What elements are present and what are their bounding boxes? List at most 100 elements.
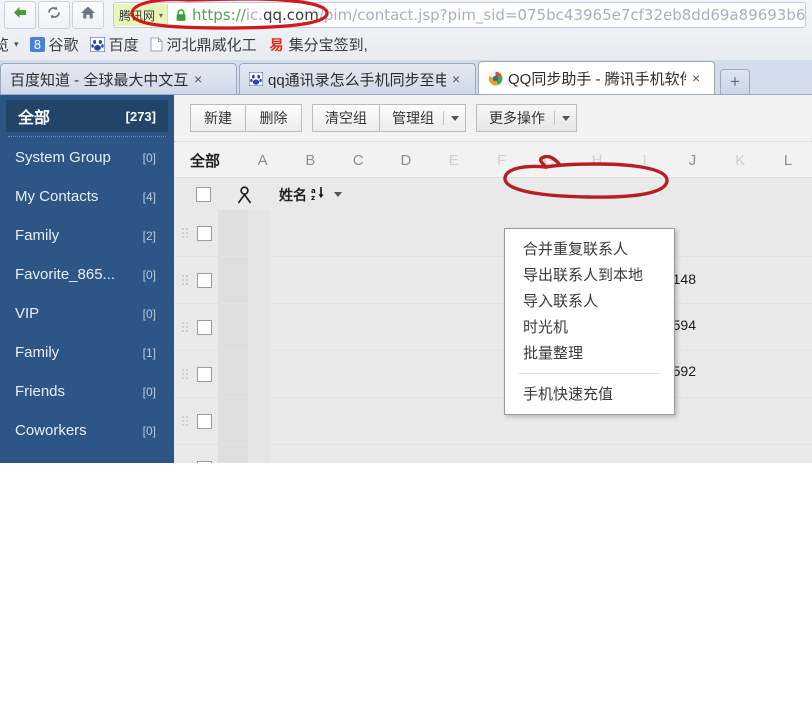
reload-button[interactable] (38, 1, 70, 29)
menu-item-merge-duplicates[interactable]: 合并重复联系人 (505, 235, 674, 261)
alpha-letter-d[interactable]: D (382, 152, 430, 169)
alpha-all[interactable]: 全部 (190, 150, 239, 171)
home-icon (80, 5, 96, 25)
row-spacer-cell (248, 257, 270, 303)
new-tab-button[interactable]: + (720, 69, 750, 94)
alpha-letter-b[interactable]: B (287, 152, 335, 169)
bookmark-google[interactable]: 8 谷歌 (29, 34, 79, 55)
sidebar-item-family-2[interactable]: Family [1] (0, 333, 174, 372)
table-row[interactable] (174, 351, 812, 398)
drag-handle[interactable] (181, 320, 190, 334)
row-avatar-cell (218, 210, 248, 256)
new-button[interactable]: 新建 (190, 104, 246, 132)
sidebar-item-label: My Contacts (15, 188, 99, 205)
google-icon: 8 (29, 37, 45, 52)
sidebar-item-label: Family (15, 344, 60, 361)
sidebar-item-count: [4] (142, 189, 156, 204)
delete-button[interactable]: 删除 (246, 104, 302, 132)
alpha-letter-c[interactable]: C (334, 152, 382, 169)
row-number (634, 440, 704, 463)
alpha-letter-k[interactable]: K (716, 152, 764, 169)
bookmark-label: 河北鼎威化工 (166, 37, 257, 54)
sidebar-item-vip[interactable]: VIP [0] (0, 294, 174, 333)
sidebar-item-label: Family (15, 227, 60, 244)
bookmark-overflow[interactable]: 览 ▾ (0, 34, 19, 55)
chevron-down-icon[interactable] (562, 115, 570, 121)
bookmark-baidu[interactable]: 百度 (89, 34, 139, 55)
page-icon (150, 37, 163, 52)
table-row[interactable] (174, 257, 812, 304)
menu-item-import-contacts[interactable]: 导入联系人 (505, 287, 674, 313)
table-row[interactable] (174, 210, 812, 257)
tab-qq-contacts[interactable]: qq通讯录怎么手机同步至电 × (239, 63, 476, 94)
drag-handle[interactable] (181, 226, 190, 240)
row-checkbox[interactable] (197, 366, 212, 382)
sidebar-item-my-contacts[interactable]: My Contacts [4] (0, 177, 174, 216)
contacts-toolbar: 新建 删除 清空组 管理组 更多操作 (174, 95, 812, 141)
row-spacer-cell (248, 445, 270, 463)
alpha-letter-i[interactable]: I (621, 152, 669, 169)
home-button[interactable] (72, 1, 104, 29)
row-checkbox[interactable] (197, 225, 212, 241)
sidebar-item-label: VIP (15, 305, 40, 322)
alpha-letter-l[interactable]: L (764, 152, 812, 169)
drag-handle[interactable] (181, 273, 190, 287)
drag-handle[interactable] (181, 461, 190, 463)
site-identity-chip[interactable]: 腾讯网 ▾ (114, 4, 169, 26)
clear-group-button[interactable]: 清空组 (312, 104, 380, 132)
alpha-letter-a[interactable]: A (239, 152, 287, 169)
sidebar-item-count: [0] (142, 384, 156, 399)
bookmark-hebei[interactable]: 河北鼎威化工 (150, 34, 257, 55)
alpha-letter-g[interactable]: G (525, 152, 573, 169)
sort-az-icon[interactable]: a z (310, 186, 325, 204)
close-icon[interactable]: × (692, 70, 700, 86)
menu-item-batch-organize[interactable]: 批量整理 (505, 339, 674, 365)
address-bar[interactable]: 腾讯网 ▾ https://ic.qq.com/pim/contact.jsp?… (113, 2, 806, 28)
manage-group-label: 管理组 (392, 110, 434, 126)
sidebar-item-friends[interactable]: Friends [0] (0, 372, 174, 411)
tab-baidu-zhidao[interactable]: 百度知道 - 全球最大中文互 × (0, 63, 237, 94)
menu-item-time-machine[interactable]: 时光机 (505, 313, 674, 339)
contacts-main-panel: 新建 删除 清空组 管理组 更多操作 全部 A B C D E F G H I … (174, 95, 812, 463)
column-name[interactable]: 姓名 a z (279, 185, 342, 205)
table-row[interactable] (174, 398, 812, 445)
back-button[interactable] (4, 1, 36, 29)
sidebar-item-favorite[interactable]: Favorite_865... [0] (0, 255, 174, 294)
drag-handle[interactable] (181, 367, 190, 381)
table-row[interactable] (174, 445, 812, 463)
sidebar-item-system-group[interactable]: System Group [0] (0, 138, 174, 177)
group-sidebar: 全部 [273] System Group [0] My Contacts [4… (0, 95, 174, 463)
sidebar-item-count: [273] (125, 108, 156, 124)
row-checkbox[interactable] (197, 319, 212, 335)
row-checkbox[interactable] (197, 413, 212, 429)
row-checkbox[interactable] (197, 460, 212, 463)
sidebar-item-family[interactable]: Family [2] (0, 216, 174, 255)
alpha-letter-h[interactable]: H (573, 152, 621, 169)
alpha-letter-j[interactable]: J (669, 152, 717, 169)
close-icon[interactable]: × (452, 71, 460, 87)
chevron-down-icon[interactable] (334, 192, 342, 197)
contacts-column-header: 姓名 a z (174, 177, 812, 212)
tab-qq-sync-assistant[interactable]: QQ同步助手 - 腾讯手机软件 × (478, 61, 715, 94)
sidebar-item-coworkers[interactable]: Coworkers [0] (0, 411, 174, 450)
row-avatar-cell (218, 445, 248, 463)
close-icon[interactable]: × (194, 71, 202, 87)
url-text: https://ic.qq.com/pim/contact.jsp?pim_si… (192, 6, 805, 24)
row-avatar-cell (218, 398, 248, 444)
more-actions-button[interactable]: 更多操作 (476, 104, 577, 132)
sidebar-item-count: [0] (142, 267, 156, 282)
row-spacer-cell (248, 398, 270, 444)
manage-group-button[interactable]: 管理组 (380, 104, 466, 132)
menu-item-export-contacts[interactable]: 导出联系人到本地 (505, 261, 674, 287)
row-checkbox[interactable] (197, 272, 212, 288)
menu-item-phone-recharge[interactable]: 手机快速充值 (505, 380, 674, 406)
chevron-down-icon[interactable] (451, 115, 459, 121)
back-arrow-icon (12, 5, 28, 25)
alpha-letter-f[interactable]: F (478, 152, 526, 169)
bookmark-jifenbao[interactable]: 易 集分宝签到, (268, 34, 368, 55)
table-row[interactable] (174, 304, 812, 351)
drag-handle[interactable] (181, 414, 190, 428)
alpha-letter-e[interactable]: E (430, 152, 478, 169)
select-all-checkbox[interactable] (196, 187, 211, 202)
sidebar-item-all[interactable]: 全部 [273] (6, 100, 168, 132)
